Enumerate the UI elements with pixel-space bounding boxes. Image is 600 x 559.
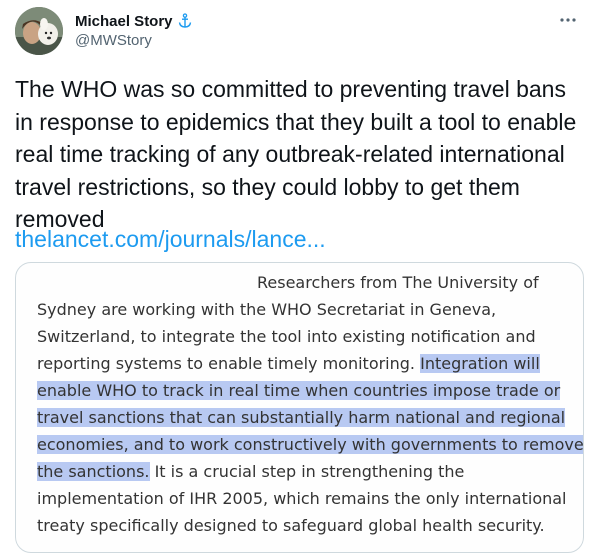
display-name-row: Michael Story — [75, 11, 193, 31]
excerpt-segment: Researchers from The University of — [257, 273, 539, 292]
excerpt-segment: It is a crucial step in strengthening th… — [149, 462, 465, 481]
excerpt-segment: Sydney are working with the WHO Secretar… — [37, 300, 497, 319]
excerpt-image[interactable]: Researchers from The University of Sydney… — [15, 262, 584, 553]
tweet: Michael Story @MWStory The WHO was so co… — [0, 0, 600, 559]
excerpt-line: implementation of IHR 2005, which remain… — [37, 485, 577, 512]
excerpt-line: reporting systems to enable timely monit… — [37, 350, 577, 377]
more-button[interactable] — [556, 10, 580, 30]
anchor-icon — [177, 13, 193, 29]
excerpt-segment: reporting systems to enable timely monit… — [37, 354, 421, 373]
more-icon — [556, 17, 580, 34]
tweet-text: The WHO was so committed to preventing t… — [15, 76, 577, 232]
handle[interactable]: @MWStory — [75, 32, 193, 49]
highlighted-text: Integration will — [420, 354, 540, 373]
excerpt-segment: implementation of IHR 2005, which remain… — [37, 489, 567, 508]
excerpt-text: Researchers from The University of Sydney… — [37, 269, 583, 539]
excerpt-segment: treaty specifically designed to safeguar… — [37, 516, 545, 535]
excerpt-line: Sydney are working with the WHO Secretar… — [37, 296, 577, 323]
excerpt-line: enable WHO to track in real time when co… — [37, 377, 577, 404]
article-link[interactable]: thelancet.com/journals/lance... — [15, 224, 326, 254]
highlighted-text: enable WHO to track in real time when co… — [37, 381, 561, 400]
excerpt-segment: Switzerland, to integrate the tool into … — [37, 327, 536, 346]
excerpt-line: Switzerland, to integrate the tool into … — [37, 323, 577, 350]
user-info: Michael Story @MWStory — [75, 11, 193, 49]
highlighted-text: travel sanctions that can substantially … — [37, 408, 566, 427]
highlighted-text: economies, and to work constructively wi… — [37, 435, 584, 454]
highlighted-text: the sanctions. — [37, 462, 150, 481]
excerpt-line: economies, and to work constructively wi… — [37, 431, 583, 458]
excerpt-line: travel sanctions that can substantially … — [37, 404, 577, 431]
display-name[interactable]: Michael Story — [75, 13, 173, 30]
excerpt-line: treaty specifically designed to safeguar… — [37, 512, 577, 539]
excerpt-line: Researchers from The University of — [37, 269, 577, 296]
avatar[interactable] — [15, 7, 63, 55]
excerpt-line: the sanctions. It is a crucial step in s… — [37, 458, 577, 485]
